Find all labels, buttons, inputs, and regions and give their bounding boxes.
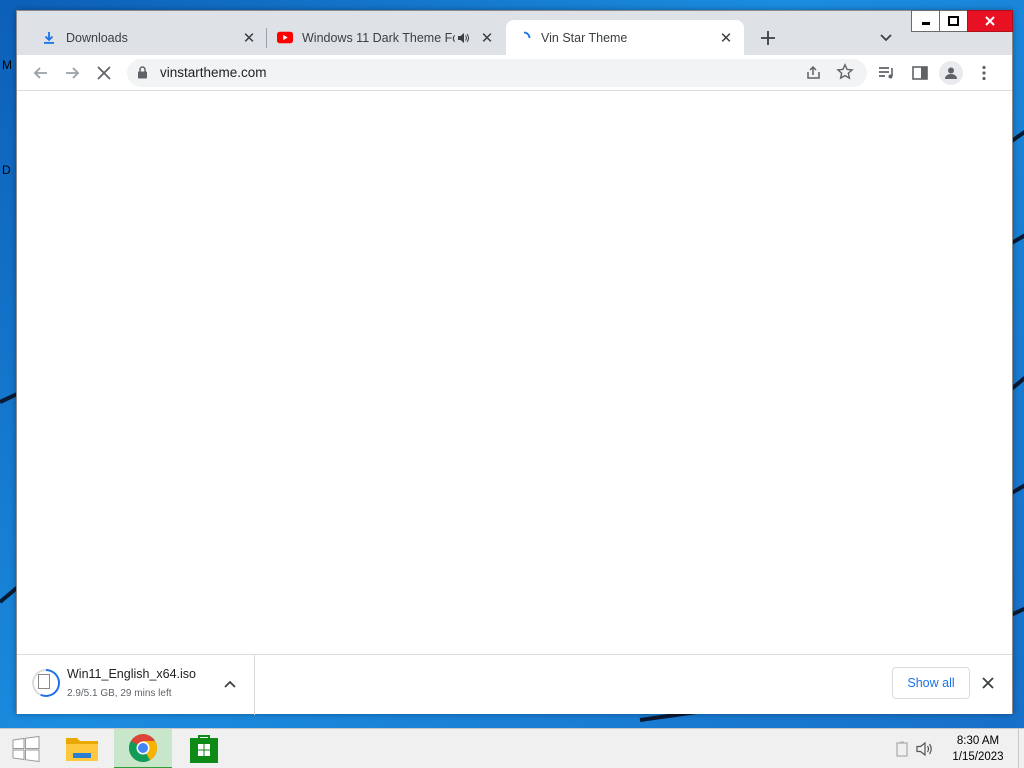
side-panel-button[interactable]	[908, 61, 932, 85]
folder-icon	[66, 738, 98, 761]
tab-downloads[interactable]: Downloads ✕	[21, 20, 267, 55]
speaker-icon[interactable]	[455, 32, 471, 44]
download-shelf: Win11_English_x64.iso 2.9/5.1 GB, 29 min…	[17, 654, 1012, 715]
browser-toolbar: vinstartheme.com	[17, 55, 1012, 91]
close-tab-icon[interactable]: ✕	[477, 28, 497, 48]
chevron-down-icon	[880, 34, 892, 42]
desktop-icon-label: D	[2, 163, 11, 177]
tab-strip: Downloads ✕ Windows 11 Dark Theme For ✕ …	[17, 10, 1013, 55]
youtube-icon	[277, 30, 293, 46]
bookmark-star-icon[interactable]	[836, 63, 854, 86]
forward-button[interactable]	[60, 61, 84, 85]
store-icon	[190, 735, 218, 763]
loading-spinner-icon	[516, 30, 532, 46]
tab-search-button[interactable]	[874, 26, 898, 50]
system-tray: 8:30 AM 1/15/2023	[892, 729, 1024, 768]
download-icon	[41, 30, 57, 46]
download-progress-ring	[32, 669, 60, 697]
share-icon[interactable]	[805, 64, 822, 85]
address-bar[interactable]: vinstartheme.com	[127, 59, 867, 87]
arrow-left-icon	[33, 67, 47, 79]
desktop-icon-label: M	[2, 58, 12, 72]
close-icon	[985, 16, 995, 26]
media-control-button[interactable]	[875, 61, 899, 85]
chevron-up-icon	[224, 680, 236, 688]
tab-title: Downloads	[66, 30, 128, 45]
back-button[interactable]	[29, 61, 53, 85]
file-explorer-button[interactable]	[56, 729, 108, 768]
start-button[interactable]	[0, 729, 52, 768]
tab-vin-star-theme[interactable]: Vin Star Theme ✕	[506, 20, 744, 55]
page-content[interactable]	[17, 91, 1012, 654]
windows-logo-icon	[12, 736, 40, 762]
minimize-button[interactable]	[911, 10, 940, 32]
side-panel-icon	[912, 66, 928, 80]
download-status: 2.9/5.1 GB, 29 mins left	[67, 688, 172, 699]
maximize-icon	[948, 16, 959, 26]
close-tab-icon[interactable]: ✕	[239, 28, 259, 48]
stop-loading-button[interactable]	[92, 61, 116, 85]
playlist-icon	[879, 67, 893, 79]
taskbar: 8:30 AM 1/15/2023	[0, 728, 1024, 768]
minimize-icon	[921, 22, 930, 25]
profile-button[interactable]	[939, 61, 963, 85]
show-desktop-button[interactable]	[1018, 729, 1024, 768]
download-filename[interactable]: Win11_English_x64.iso	[67, 667, 196, 681]
close-icon	[982, 677, 994, 689]
tab-title: Windows 11 Dark Theme For	[302, 30, 455, 45]
close-icon	[97, 66, 111, 80]
volume-icon[interactable]	[912, 741, 938, 757]
kebab-menu-icon	[982, 65, 986, 81]
new-tab-button[interactable]	[756, 26, 780, 50]
download-item[interactable]: Win11_English_x64.iso 2.9/5.1 GB, 29 min…	[17, 655, 255, 715]
chrome-window: Downloads ✕ Windows 11 Dark Theme For ✕ …	[16, 10, 1013, 715]
close-shelf-button[interactable]	[978, 673, 998, 693]
clock-time: 8:30 AM	[956, 735, 1000, 747]
maximize-button[interactable]	[939, 10, 968, 32]
arrow-right-icon	[66, 67, 80, 79]
taskbar-clock[interactable]: 8:30 AM 1/15/2023	[938, 733, 1018, 765]
close-window-button[interactable]	[967, 10, 1013, 32]
battery-icon[interactable]	[892, 741, 912, 757]
plus-icon	[761, 31, 775, 45]
window-controls	[911, 10, 1013, 32]
chrome-taskbar-button[interactable]	[114, 729, 172, 768]
show-all-button[interactable]: Show all	[892, 667, 970, 699]
lock-icon[interactable]	[137, 66, 148, 84]
close-tab-icon[interactable]: ✕	[716, 28, 736, 48]
tab-youtube[interactable]: Windows 11 Dark Theme For ✕	[267, 20, 505, 55]
avatar-icon	[945, 67, 957, 79]
menu-button[interactable]	[972, 61, 996, 85]
chrome-icon	[129, 734, 157, 762]
url-text[interactable]: vinstartheme.com	[160, 65, 267, 80]
download-options-button[interactable]	[221, 675, 239, 693]
tab-title: Vin Star Theme	[541, 30, 628, 45]
clock-date: 1/15/2023	[952, 751, 1004, 763]
store-button[interactable]	[178, 729, 230, 768]
file-icon	[38, 674, 50, 689]
